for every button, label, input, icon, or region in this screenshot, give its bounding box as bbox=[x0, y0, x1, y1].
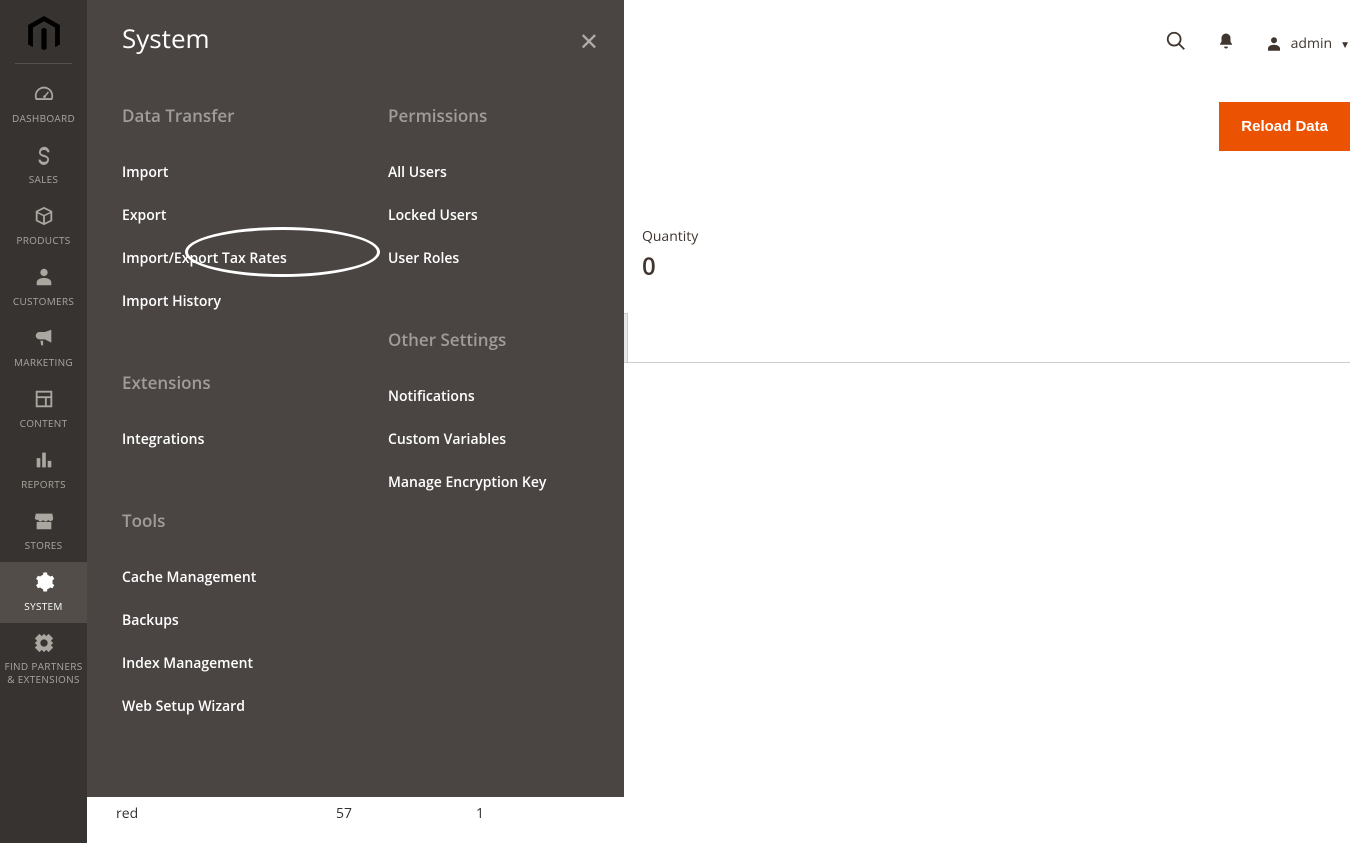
close-icon[interactable]: ✕ bbox=[579, 25, 599, 58]
nav-marketing[interactable]: MARKETING bbox=[0, 318, 87, 379]
cell: 57 bbox=[336, 804, 476, 823]
nav-label: CONTENT bbox=[20, 416, 68, 430]
person-icon bbox=[1265, 35, 1283, 53]
fly-link-import[interactable]: Import bbox=[122, 151, 323, 194]
nav-label: MARKETING bbox=[14, 355, 73, 369]
nav-partners[interactable]: FIND PARTNERS & EXTENSIONS bbox=[0, 623, 87, 696]
cell: red bbox=[116, 804, 336, 823]
nav-label: PRODUCTS bbox=[16, 233, 70, 247]
nav-sales[interactable]: SALES bbox=[0, 135, 87, 196]
nav-label: REPORTS bbox=[21, 477, 66, 491]
group-title-data-transfer: Data Transfer bbox=[122, 104, 323, 127]
stat-value: 0 bbox=[642, 250, 698, 283]
flyout-title: System bbox=[122, 20, 589, 56]
nav-system[interactable]: SYSTEM bbox=[0, 562, 87, 623]
nav-products[interactable]: PRODUCTS bbox=[0, 196, 87, 257]
fly-link-web-setup-wizard[interactable]: Web Setup Wizard bbox=[122, 685, 323, 728]
store-icon bbox=[29, 508, 59, 534]
stat-label: Quantity bbox=[642, 227, 698, 246]
fly-link-import-history[interactable]: Import History bbox=[122, 280, 323, 323]
gear-icon bbox=[29, 569, 59, 595]
fly-link-notifications[interactable]: Notifications bbox=[388, 375, 589, 418]
nav-label: STORES bbox=[25, 538, 63, 552]
system-flyout: System ✕ Data Transfer Import Export Imp… bbox=[87, 0, 624, 797]
megaphone-icon bbox=[29, 325, 59, 351]
fly-link-backups[interactable]: Backups bbox=[122, 599, 323, 642]
bottom-table: red 57 1 bbox=[116, 795, 516, 831]
nav-label: CUSTOMERS bbox=[13, 294, 74, 308]
table-row: red 57 1 bbox=[116, 796, 516, 831]
admin-account[interactable]: admin ▼ bbox=[1265, 34, 1350, 53]
group-title-tools: Tools bbox=[122, 509, 323, 532]
nav-dashboard[interactable]: DASHBOARD bbox=[0, 74, 87, 135]
nav-stores[interactable]: STORES bbox=[0, 501, 87, 562]
stat-quantity: Quantity 0 bbox=[642, 227, 698, 283]
nav-reports[interactable]: REPORTS bbox=[0, 440, 87, 501]
fly-link-locked-users[interactable]: Locked Users bbox=[388, 194, 589, 237]
group-title-other-settings: Other Settings bbox=[388, 328, 589, 351]
fly-link-index-management[interactable]: Index Management bbox=[122, 642, 323, 685]
fly-link-user-roles[interactable]: User Roles bbox=[388, 237, 589, 280]
chevron-down-icon: ▼ bbox=[1340, 37, 1350, 51]
fly-link-manage-encryption-key[interactable]: Manage Encryption Key bbox=[388, 461, 589, 504]
nav-customers[interactable]: CUSTOMERS bbox=[0, 257, 87, 318]
partners-icon bbox=[29, 630, 59, 656]
nav-label: FIND PARTNERS & EXTENSIONS bbox=[0, 660, 87, 686]
bars-icon bbox=[29, 447, 59, 473]
box-icon bbox=[29, 203, 59, 229]
search-icon[interactable] bbox=[1165, 30, 1187, 57]
cell: 1 bbox=[476, 804, 516, 823]
nav-label: SYSTEM bbox=[24, 599, 62, 613]
sidebar-divider bbox=[15, 63, 72, 64]
nav-content[interactable]: CONTENT bbox=[0, 379, 87, 440]
fly-link-cache-management[interactable]: Cache Management bbox=[122, 556, 323, 599]
nav-label: DASHBOARD bbox=[12, 111, 75, 125]
fly-link-all-users[interactable]: All Users bbox=[388, 151, 589, 194]
group-title-extensions: Extensions bbox=[122, 371, 323, 394]
layout-icon bbox=[29, 386, 59, 412]
fly-link-integrations[interactable]: Integrations bbox=[122, 418, 323, 461]
bell-icon[interactable] bbox=[1217, 32, 1235, 55]
fly-link-import-export-tax-rates[interactable]: Import/Export Tax Rates bbox=[122, 237, 323, 280]
person-icon bbox=[29, 264, 59, 290]
magento-logo[interactable] bbox=[24, 15, 64, 55]
fly-link-export[interactable]: Export bbox=[122, 194, 323, 237]
sidebar-nav: DASHBOARD SALES PRODUCTS CUSTOMERS MARKE… bbox=[0, 0, 87, 843]
fly-link-custom-variables[interactable]: Custom Variables bbox=[388, 418, 589, 461]
dollar-icon bbox=[29, 142, 59, 168]
reload-data-button[interactable]: Reload Data bbox=[1219, 102, 1350, 151]
admin-label: admin bbox=[1291, 34, 1332, 53]
nav-label: SALES bbox=[29, 172, 59, 186]
gauge-icon bbox=[29, 81, 59, 107]
group-title-permissions: Permissions bbox=[388, 104, 589, 127]
